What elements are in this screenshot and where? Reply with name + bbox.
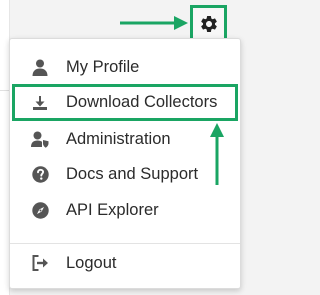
menu-item-label: Download Collectors — [66, 93, 218, 111]
gear-icon — [200, 15, 217, 32]
menu-item-label: Administration — [66, 129, 171, 148]
menu-item-my-profile[interactable]: My Profile — [12, 51, 238, 83]
user-icon — [31, 58, 49, 76]
admin-user-icon — [31, 130, 49, 148]
menu-item-label: Logout — [66, 253, 117, 272]
menu-item-logout[interactable]: Logout — [12, 247, 238, 279]
help-icon — [31, 165, 49, 183]
menu-divider — [10, 243, 240, 244]
menu-item-api-explorer[interactable]: API Explorer — [12, 194, 238, 226]
menu-item-download-collectors[interactable]: Download Collectors — [12, 84, 238, 121]
annotation-arrow-right — [120, 16, 188, 30]
menu-item-docs-and-support[interactable]: Docs and Support — [12, 158, 238, 190]
logout-icon — [31, 254, 49, 272]
menu-item-label: Docs and Support — [66, 164, 199, 183]
menu-item-label: My Profile — [66, 57, 140, 76]
background-divider — [0, 90, 9, 91]
menu-item-label: API Explorer — [66, 200, 159, 219]
annotation-arrow-up — [210, 123, 224, 185]
settings-button[interactable] — [190, 5, 227, 42]
compass-icon — [31, 201, 49, 219]
menu-item-administration[interactable]: Administration — [12, 123, 238, 155]
user-dropdown-menu: My Profile Download Collectors Administr… — [9, 38, 241, 289]
download-icon — [31, 94, 49, 112]
